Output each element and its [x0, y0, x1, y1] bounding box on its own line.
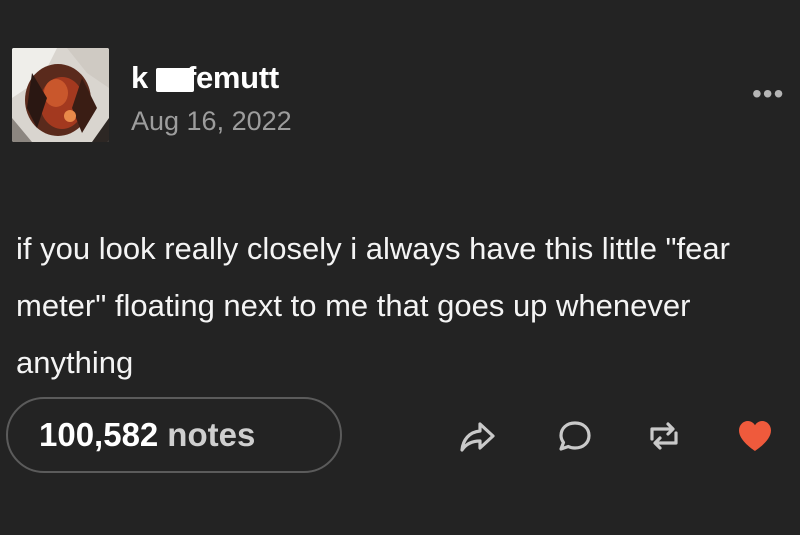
post-date[interactable]: Aug 16, 2022	[131, 106, 292, 137]
reply-icon[interactable]	[555, 416, 595, 456]
more-options-button[interactable]: •••	[752, 80, 784, 108]
notes-button[interactable]: 100,582 notes	[6, 397, 342, 473]
post-body: if you look really closely i always have…	[16, 231, 730, 380]
notes-count: 100,582	[39, 416, 159, 453]
username-end: femutt	[185, 60, 279, 95]
share-icon[interactable]	[458, 416, 498, 456]
username[interactable]: k femutt	[131, 58, 279, 98]
notes-label: notes	[167, 416, 256, 453]
heart-icon[interactable]	[735, 416, 775, 456]
username-start: k	[131, 60, 148, 95]
redaction-mark	[156, 68, 194, 92]
reblog-icon[interactable]	[644, 416, 684, 456]
avatar[interactable]	[12, 48, 109, 142]
